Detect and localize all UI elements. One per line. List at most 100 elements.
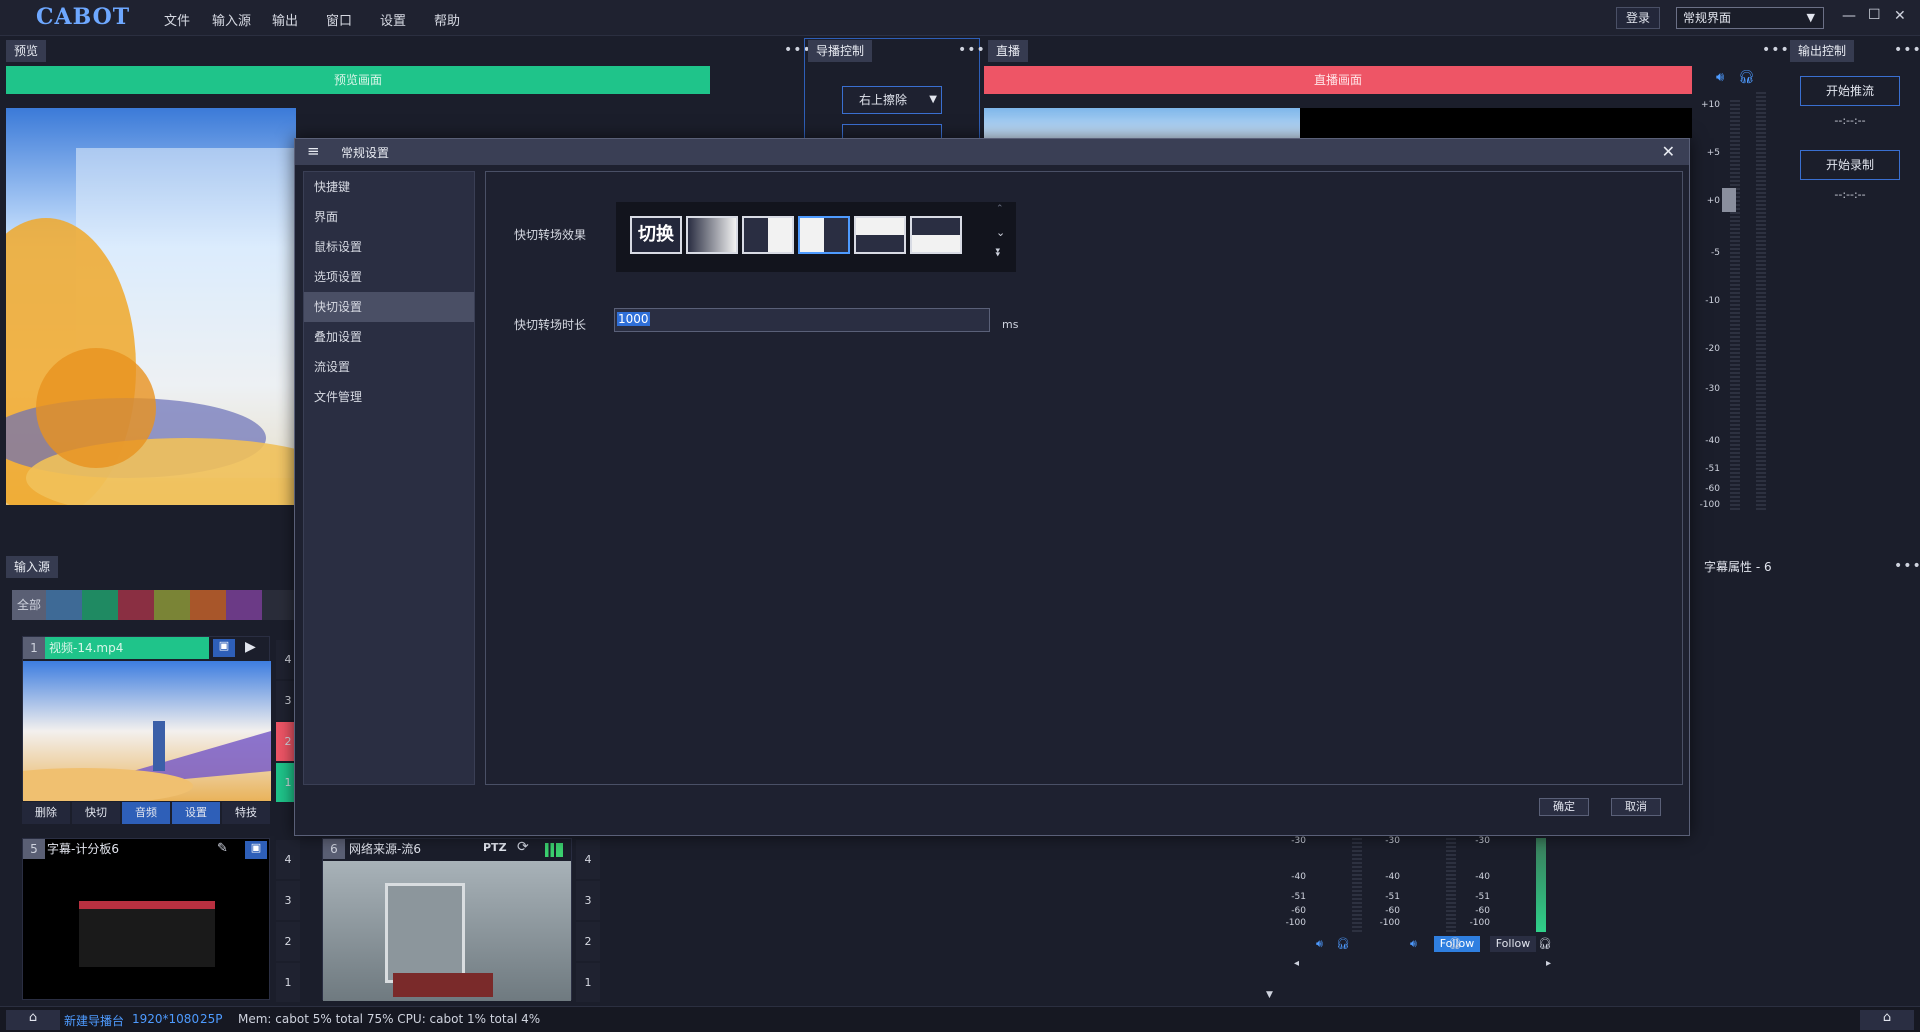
home-icon[interactable]: ⌂	[1860, 1010, 1914, 1030]
close-icon[interactable]: ✕	[1662, 142, 1675, 161]
sidebar-item[interactable]: 界面	[304, 202, 474, 232]
slot-button[interactable]: 3	[576, 881, 600, 920]
menu-icon[interactable]: ≡	[307, 142, 320, 160]
expand-icon[interactable]: ⏬︎	[996, 246, 1002, 260]
speaker-icon[interactable]: 🔊︎	[1410, 937, 1417, 951]
headphones-icon[interactable]: 🎧︎	[1538, 937, 1552, 950]
slot-button[interactable]: 1	[276, 963, 300, 1002]
slot-button[interactable]: 1	[576, 963, 600, 1002]
overlay-icon[interactable]: ▣	[245, 841, 267, 859]
effect-wipe-up[interactable]	[910, 216, 962, 254]
headphones-icon[interactable]: 🎧︎	[1738, 70, 1755, 85]
speaker-icon[interactable]: 🔊︎	[1316, 937, 1323, 951]
slot-button[interactable]: 3	[276, 881, 300, 920]
sidebar-item[interactable]: 鼠标设置	[304, 232, 474, 262]
play-icon[interactable]: ▶	[245, 639, 256, 655]
transition-select[interactable]: 右上擦除 ▼	[842, 86, 942, 114]
effect-wipe-selected[interactable]	[798, 216, 850, 254]
layout-mode-select[interactable]: 常规界面 ▼	[1676, 7, 1824, 29]
ok-button[interactable]: 确定	[1539, 798, 1589, 816]
slot-button[interactable]: 4	[576, 840, 600, 879]
headphones-icon[interactable]: 🎧︎	[1336, 937, 1350, 950]
refresh-icon[interactable]: ⟳	[517, 839, 529, 855]
source-action-button[interactable]: 快切	[72, 802, 120, 824]
slot-button[interactable]: 4	[276, 840, 300, 879]
source-name[interactable]: 字幕-计分板6	[47, 839, 119, 859]
source-action-button[interactable]: 设置	[172, 802, 220, 824]
source-action-button[interactable]: 特技	[222, 802, 270, 824]
menu-file[interactable]: 文件	[164, 10, 190, 29]
preview-video[interactable]	[6, 108, 296, 505]
color-filter[interactable]	[118, 590, 154, 620]
output-more-icon[interactable]: •••	[1894, 42, 1920, 58]
edit-icon[interactable]: ✎	[217, 841, 228, 856]
color-filter[interactable]	[46, 590, 82, 620]
slot-button[interactable]: 2	[276, 922, 300, 961]
slot-button[interactable]: 2	[576, 922, 600, 961]
tab-input-source[interactable]: 输入源	[6, 556, 59, 578]
menu-help[interactable]: 帮助	[434, 10, 460, 29]
menu-output[interactable]: 输出	[272, 10, 298, 29]
maximize-icon[interactable]: ☐	[1868, 7, 1881, 23]
login-button[interactable]: 登录	[1616, 7, 1660, 29]
overlay-icon[interactable]: ▣	[213, 639, 235, 657]
volume-fader-knob[interactable]	[1722, 188, 1736, 212]
scroll-right-icon[interactable]: ▸	[1546, 958, 1551, 969]
tab-output-control[interactable]: 输出控制	[1790, 40, 1855, 62]
sidebar-item[interactable]: 叠加设置	[304, 322, 474, 352]
source-action-button[interactable]: 删除	[22, 802, 70, 824]
follow-button[interactable]: Follow	[1490, 936, 1536, 952]
source-name[interactable]: 视频-14.mp4	[45, 637, 209, 659]
source-card-5[interactable]: 5 字幕-计分板6 ✎ ▣	[22, 838, 270, 1000]
duration-input[interactable]: 1000	[614, 308, 990, 332]
menu-window[interactable]: 窗口	[326, 10, 352, 29]
close-icon[interactable]: ✕	[1894, 8, 1906, 24]
tab-director-control[interactable]: 导播控制	[808, 40, 873, 62]
effect-fade[interactable]	[686, 216, 738, 254]
sidebar-item[interactable]: 快捷键	[304, 172, 474, 202]
scroll-down-icon[interactable]: ▼	[1266, 990, 1273, 1000]
tab-live[interactable]: 直播	[988, 40, 1029, 62]
sidebar-item[interactable]: 选项设置	[304, 262, 474, 292]
source-card-6[interactable]: 6 网络来源-流6 PTZ ⟳	[322, 838, 572, 1001]
color-filter[interactable]	[226, 590, 262, 620]
tab-preview[interactable]: 预览	[6, 40, 47, 62]
source-name[interactable]: 网络来源-流6	[349, 839, 421, 859]
sidebar-item[interactable]: 流设置	[304, 352, 474, 382]
effect-wipe-down[interactable]	[854, 216, 906, 254]
director-more-icon[interactable]: •••	[958, 42, 986, 58]
menu-input-source[interactable]: 输入源	[212, 10, 251, 29]
color-filter[interactable]	[82, 590, 118, 620]
minimize-icon[interactable]: —	[1842, 8, 1856, 24]
effect-cut[interactable]: 切换	[630, 216, 682, 254]
subtitle-more-icon[interactable]: •••	[1894, 558, 1920, 574]
scroll-up-icon[interactable]: ⌃	[996, 204, 1004, 214]
source-card-1[interactable]: 1 视频-14.mp4 ▣ ▶	[22, 636, 271, 801]
live-video[interactable]	[984, 108, 1692, 138]
preview-bar: 预览画面	[6, 66, 710, 94]
source-action-button[interactable]: 音频	[122, 802, 170, 824]
live-more-icon[interactable]: •••	[1762, 42, 1790, 58]
cancel-button[interactable]: 取消	[1611, 798, 1661, 816]
meter-scale-label: -10	[1705, 296, 1720, 306]
menu-settings[interactable]: 设置	[380, 10, 406, 29]
sidebar-item[interactable]: 文件管理	[304, 382, 474, 412]
color-filter[interactable]	[190, 590, 226, 620]
effect-wipe-horizontal[interactable]	[742, 216, 794, 254]
filter-all[interactable]: 全部	[12, 590, 46, 620]
color-filter[interactable]	[262, 590, 298, 620]
start-record-button[interactable]: 开始录制	[1800, 150, 1900, 180]
speaker-icon[interactable]: 🔊︎	[1716, 70, 1724, 85]
settings-dialog: ≡ 常规设置 ✕ 快捷键 界面 鼠标设置 选项设置 快切设置 叠加设置 流设置 文件管理 快切…	[294, 138, 1690, 836]
start-stream-button[interactable]: 开始推流	[1800, 76, 1900, 106]
mixer-meter	[1352, 838, 1362, 932]
scroll-left-icon[interactable]: ◂	[1294, 958, 1299, 969]
color-filter[interactable]	[154, 590, 190, 620]
home-icon[interactable]: ⌂	[6, 1010, 60, 1030]
sidebar-item[interactable]: 快切设置	[304, 292, 474, 322]
director-button-partial[interactable]	[842, 124, 942, 138]
scroll-down-icon[interactable]: ⌄	[996, 226, 1005, 239]
headphones-icon[interactable]: 🎧︎	[1448, 937, 1462, 950]
meter-scale-label: -40	[1705, 436, 1720, 446]
ptz-button[interactable]: PTZ	[483, 841, 507, 854]
